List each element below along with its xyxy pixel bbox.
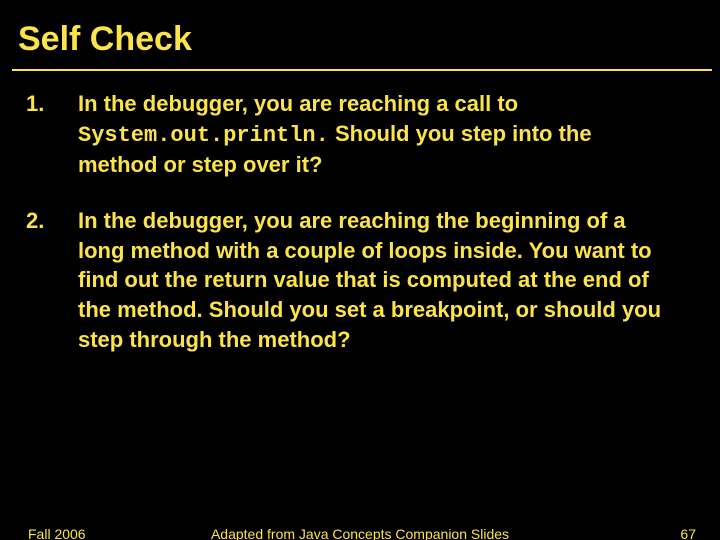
footer-center: Adapted from Java Concepts Companion Sli… (0, 526, 720, 540)
item-number: 2. (26, 206, 78, 356)
slide-title: Self Check (12, 20, 692, 65)
item-text: In the debugger, you are reaching the be… (78, 208, 661, 352)
list-item: 1. In the debugger, you are reaching a c… (26, 89, 692, 180)
question-list: 1. In the debugger, you are reaching a c… (12, 89, 692, 357)
item-body: In the debugger, you are reaching a call… (78, 89, 668, 180)
title-divider (12, 69, 712, 71)
footer-right: 67 (680, 526, 696, 540)
list-item: 2. In the debugger, you are reaching the… (26, 206, 692, 356)
item-code: System.out.println. (78, 123, 329, 148)
slide: Self Check 1. In the debugger, you are r… (0, 0, 720, 540)
item-number: 1. (26, 89, 78, 180)
item-text: In the debugger, you are reaching a call… (78, 91, 518, 116)
item-body: In the debugger, you are reaching the be… (78, 206, 668, 356)
